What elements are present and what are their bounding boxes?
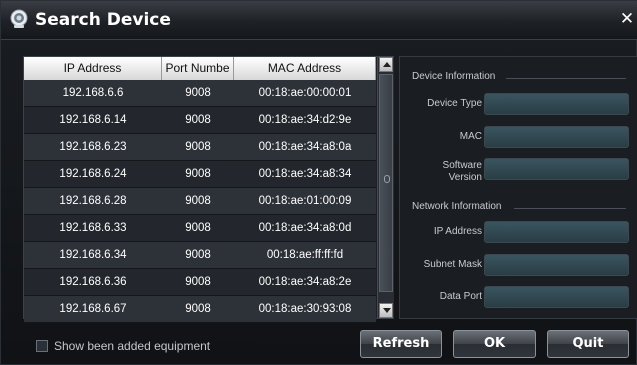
search-device-dialog: Search Device ✕ IP Address Port Numbe MA… bbox=[0, 0, 637, 365]
mac-cell: 00:18:ae:34:a8:34 bbox=[258, 168, 352, 180]
port-cell: 9008 bbox=[185, 276, 211, 288]
mac-cell: 00:18:ae:00:00:01 bbox=[258, 87, 352, 99]
software-version-label-line1: Software bbox=[442, 160, 482, 171]
ip-cell: 192.168.6.33 bbox=[59, 222, 127, 234]
ip-address-label: IP Address bbox=[433, 226, 482, 237]
device-table: IP Address Port Numbe MAC Address 192.16… bbox=[23, 56, 394, 323]
device-search-icon bbox=[10, 9, 28, 28]
refresh-button[interactable]: Refresh bbox=[360, 330, 442, 358]
port-cell: 9008 bbox=[185, 141, 211, 153]
show-added-equipment-toggle[interactable]: Show been added equipment bbox=[36, 338, 210, 354]
section-divider bbox=[506, 78, 626, 79]
software-version-label-line2: Version bbox=[448, 172, 482, 183]
table-row[interactable]: 192.168.6.67 9008 00:18:ae:30:93:08 bbox=[24, 296, 376, 323]
section-divider bbox=[514, 208, 626, 209]
scrollbar-thumb[interactable] bbox=[379, 74, 393, 292]
port-cell: 9008 bbox=[185, 195, 211, 207]
ok-button[interactable]: OK bbox=[453, 330, 536, 358]
info-panel: Device Information Device Type MAC Softw… bbox=[399, 56, 637, 319]
mac-cell: 00:18:ae:01:00:09 bbox=[258, 195, 352, 207]
device-information-heading: Device Information bbox=[412, 71, 496, 82]
mac-cell: 00:18:ae:34:a8:0a bbox=[258, 141, 352, 153]
table-row[interactable]: 192.168.6.24 9008 00:18:ae:34:a8:34 bbox=[24, 161, 376, 188]
ip-cell: 192.168.6.36 bbox=[59, 276, 127, 288]
port-cell: 9008 bbox=[185, 168, 211, 180]
column-header-ip-address[interactable]: IP Address bbox=[24, 57, 162, 80]
ip-cell: 192.168.6.24 bbox=[59, 168, 127, 180]
subnet-mask-label: Subnet Mask bbox=[423, 259, 482, 270]
show-added-equipment-label: Show been added equipment bbox=[54, 339, 211, 353]
table-row[interactable]: 192.168.6.28 9008 00:18:ae:01:00:09 bbox=[24, 188, 376, 215]
mac-cell: 00:18:ae:34:a8:0d bbox=[258, 222, 352, 234]
mac-cell: 00:18:ae:34:d2:9e bbox=[258, 114, 352, 126]
table-row[interactable]: 192.168.6.36 9008 00:18:ae:34:a8:2e bbox=[24, 269, 376, 296]
mac-field[interactable] bbox=[484, 126, 629, 148]
port-cell: 9008 bbox=[185, 222, 211, 234]
table-header: IP Address Port Numbe MAC Address bbox=[24, 57, 376, 80]
close-icon[interactable]: ✕ bbox=[618, 9, 636, 29]
table-row[interactable]: 192.168.6.33 9008 00:18:ae:34:a8:0d bbox=[24, 215, 376, 242]
grip-icon bbox=[384, 175, 390, 183]
table-row[interactable]: 192.168.6.6 9008 00:18:ae:00:00:01 bbox=[24, 80, 376, 107]
scroll-up-icon[interactable] bbox=[379, 57, 393, 72]
port-cell: 9008 bbox=[185, 114, 211, 126]
ip-cell: 192.168.6.34 bbox=[59, 249, 127, 261]
ip-cell: 192.168.6.14 bbox=[59, 114, 127, 126]
mac-cell: 00:18:ae:30:93:08 bbox=[258, 303, 352, 315]
window-title: Search Device bbox=[35, 10, 171, 30]
ip-address-field[interactable] bbox=[484, 221, 629, 243]
ip-cell: 192.168.6.23 bbox=[59, 141, 127, 153]
column-header-port-number[interactable]: Port Numbe bbox=[162, 57, 234, 80]
table-row[interactable]: 192.168.6.14 9008 00:18:ae:34:d2:9e bbox=[24, 107, 376, 134]
network-information-heading: Network Information bbox=[412, 201, 502, 212]
scroll-down-icon[interactable] bbox=[379, 303, 393, 318]
port-cell: 9008 bbox=[185, 249, 211, 261]
data-port-label: Data Port bbox=[439, 291, 482, 302]
show-added-equipment-checkbox[interactable] bbox=[36, 340, 48, 352]
quit-button[interactable]: Quit bbox=[547, 330, 629, 358]
mac-label: MAC bbox=[459, 131, 482, 142]
device-type-label: Device Type bbox=[427, 98, 482, 109]
column-header-mac-address[interactable]: MAC Address bbox=[234, 57, 376, 80]
table-row[interactable]: 192.168.6.23 9008 00:18:ae:34:a8:0a bbox=[24, 134, 376, 161]
port-cell: 9008 bbox=[185, 303, 211, 315]
software-version-field[interactable] bbox=[484, 158, 629, 180]
table-body: 192.168.6.6 9008 00:18:ae:00:00:01 192.1… bbox=[24, 80, 376, 323]
title-bar[interactable]: Search Device ✕ bbox=[1, 1, 637, 40]
table-row[interactable]: 192.168.6.34 9008 00:18:ae:ff:ff:fd bbox=[24, 242, 376, 269]
ip-cell: 192.168.6.67 bbox=[59, 303, 127, 315]
ip-cell: 192.168.6.28 bbox=[59, 195, 127, 207]
table-scrollbar[interactable] bbox=[377, 57, 394, 318]
data-port-field[interactable] bbox=[484, 286, 629, 308]
ip-cell: 192.168.6.6 bbox=[62, 87, 124, 99]
mac-cell: 00:18:ae:34:a8:2e bbox=[258, 276, 352, 288]
device-type-field[interactable] bbox=[484, 93, 629, 115]
mac-cell: 00:18:ae:ff:ff:fd bbox=[266, 249, 344, 261]
subnet-mask-field[interactable] bbox=[484, 254, 629, 276]
port-cell: 9008 bbox=[185, 87, 211, 99]
